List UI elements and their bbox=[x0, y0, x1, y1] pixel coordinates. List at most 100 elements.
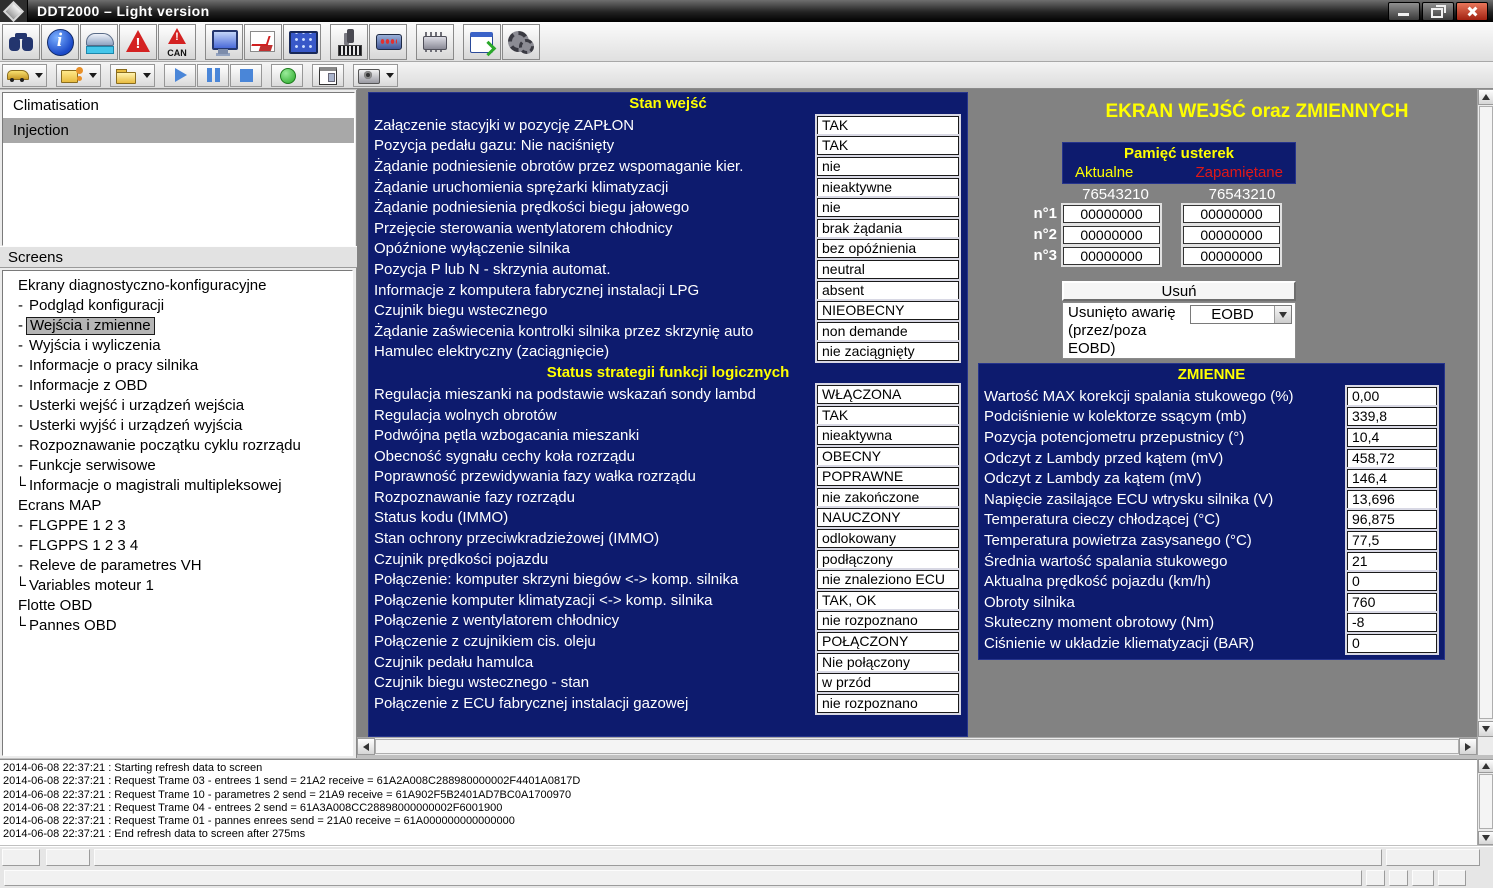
gears-icon bbox=[506, 28, 536, 56]
status-cell bbox=[1412, 870, 1434, 886]
gears-button[interactable] bbox=[502, 24, 540, 60]
vehicle-button[interactable] bbox=[80, 24, 118, 60]
tree-item[interactable]: Ecrans MAP bbox=[3, 496, 352, 516]
log-vertical-scrollbar[interactable] bbox=[1477, 759, 1493, 845]
row-label: Status kodu (IMMO) bbox=[374, 509, 817, 526]
tree-connector: └ bbox=[15, 576, 26, 596]
tree-item[interactable]: - Rozpoznawanie początku cyklu rozrządu bbox=[3, 436, 352, 456]
tree-item[interactable]: - Funkcje serwisowe bbox=[3, 456, 352, 476]
tree-item[interactable]: - Informacje o pracy silnika bbox=[3, 356, 352, 376]
data-row: Napięcie zasilające ECU wtrysku silnika … bbox=[979, 489, 1444, 510]
folder-button[interactable] bbox=[110, 64, 155, 87]
binoculars-button[interactable] bbox=[2, 24, 40, 60]
scroll-thumb[interactable] bbox=[1479, 774, 1493, 829]
main-vertical-scrollbar[interactable] bbox=[1477, 89, 1493, 755]
scroll-down-button[interactable] bbox=[1478, 831, 1493, 845]
data-row: Hamulec elektryczny (zaciągnięcie) nie z… bbox=[369, 342, 967, 363]
scroll-thumb[interactable] bbox=[375, 739, 1459, 754]
tree-item[interactable]: - Informacje z OBD bbox=[3, 376, 352, 396]
row-label: Czujnik pedału hamulca bbox=[374, 654, 817, 671]
data-row: Informacje z komputera fabrycznej instal… bbox=[369, 280, 967, 301]
can-warning-button[interactable]: CAN bbox=[158, 24, 196, 60]
row-value: neutral bbox=[817, 260, 959, 279]
tree-item[interactable]: └ Variables moteur 1 bbox=[3, 576, 352, 596]
combobox-value: EOBD bbox=[1191, 306, 1274, 323]
tree-item[interactable]: - FLGPPS 1 2 3 4 bbox=[3, 536, 352, 556]
record-button[interactable] bbox=[271, 64, 303, 87]
row-label: Hamulec elektryczny (zaciągnięcie) bbox=[374, 343, 817, 360]
graph-button[interactable] bbox=[244, 24, 282, 60]
scroll-up-button[interactable] bbox=[1478, 89, 1493, 105]
data-row: Żądanie podniesienie obrotów przez wspom… bbox=[369, 156, 967, 177]
tree-item-label: Informacje z OBD bbox=[26, 376, 150, 396]
monitor-button[interactable] bbox=[205, 24, 243, 60]
module-list-item[interactable]: Injection bbox=[3, 118, 354, 143]
row-value: bez opóźnienia bbox=[817, 239, 959, 258]
row-label: Aktualna prędkość pojazdu (km/h) bbox=[984, 573, 1347, 590]
tree-item[interactable]: └ Informacje o magistrali multipleksowej bbox=[3, 476, 352, 496]
data-row: Czujnik prędkości pojazdu podłączony bbox=[369, 549, 967, 570]
tree-connector: └ bbox=[15, 476, 26, 496]
combobox-arrow-button[interactable] bbox=[1274, 306, 1291, 323]
minimize-button[interactable] bbox=[1388, 2, 1420, 21]
dropdown-caret-icon bbox=[143, 73, 151, 78]
stop-button[interactable] bbox=[230, 64, 262, 87]
tree-item[interactable]: - Releve de parametres VH bbox=[3, 556, 352, 576]
restore-button[interactable] bbox=[1422, 2, 1454, 21]
pause-button[interactable] bbox=[197, 64, 229, 87]
tree-item[interactable]: - Wejścia i zmienne bbox=[3, 316, 352, 336]
camera-button[interactable] bbox=[353, 64, 398, 87]
tree-item-label: Flotte OBD bbox=[15, 596, 95, 616]
tree-item[interactable]: Flotte OBD bbox=[3, 596, 352, 616]
row-label: Informacje z komputera fabrycznej instal… bbox=[374, 282, 817, 299]
row-value: podłączony bbox=[817, 550, 959, 569]
screen-title: EKRAN WEJŚĆ oraz ZMIENNYCH bbox=[1057, 101, 1457, 123]
data-row: Żądanie zaświecenia kontrolki silnika pr… bbox=[369, 321, 967, 342]
scroll-up-button[interactable] bbox=[1478, 759, 1493, 773]
log-line: 2014-06-08 22:37:21 : Starting refresh d… bbox=[3, 762, 1477, 775]
tree-item[interactable]: - Podgląd konfiguracji bbox=[3, 296, 352, 316]
vehicle-icon bbox=[84, 28, 114, 56]
info-button[interactable] bbox=[41, 24, 79, 60]
vehicle-small-button[interactable] bbox=[2, 64, 47, 87]
row-value: nie znaleziono ECU bbox=[817, 570, 959, 589]
chip-button[interactable] bbox=[416, 24, 454, 60]
main-horizontal-scrollbar[interactable] bbox=[357, 737, 1477, 755]
row-value: TAK bbox=[817, 116, 959, 135]
clear-faults-button[interactable]: Usuń bbox=[1062, 281, 1296, 301]
tree-item[interactable]: Ekrany diagnostyczno-konfiguracyjne bbox=[3, 276, 352, 296]
application-window: DDT2000 – Light version bbox=[0, 0, 1493, 888]
main-content: Stan wejść Załączenie stacyjki w pozycję… bbox=[357, 89, 1477, 755]
tree-connector: - bbox=[15, 336, 26, 356]
scroll-right-button[interactable] bbox=[1459, 738, 1477, 755]
panel-title: ZMIENNE bbox=[979, 364, 1444, 386]
scroll-down-button[interactable] bbox=[1478, 721, 1493, 737]
play-button[interactable] bbox=[164, 64, 196, 87]
eobd-combobox[interactable]: EOBD bbox=[1190, 305, 1292, 324]
injector-button[interactable] bbox=[330, 24, 368, 60]
warning-icon bbox=[123, 28, 153, 56]
tree-item[interactable]: - FLGPPE 1 2 3 bbox=[3, 516, 352, 536]
close-button[interactable] bbox=[1456, 2, 1488, 21]
scroll-thumb[interactable] bbox=[1479, 106, 1493, 719]
module-list-item[interactable]: Climatisation bbox=[3, 93, 354, 118]
tree-item[interactable]: └ Pannes OBD bbox=[3, 616, 352, 636]
row-label: Przejęcie sterowania wentylatorem chłodn… bbox=[374, 220, 817, 237]
warning-button[interactable] bbox=[119, 24, 157, 60]
tree-item[interactable]: - Usterki wyjść i urządzeń wyjścia bbox=[3, 416, 352, 436]
row-value: POPRAWNE bbox=[817, 467, 959, 486]
tree-item[interactable]: - Wyjścia i wyliczenia bbox=[3, 336, 352, 356]
control-panel-button[interactable] bbox=[283, 24, 321, 60]
input-states-rows: Załączenie stacyjki w pozycję ZAPŁON TAK… bbox=[369, 115, 967, 362]
folder-user-button[interactable] bbox=[56, 64, 101, 87]
status-cell bbox=[1438, 870, 1466, 886]
window-layout-button[interactable] bbox=[312, 64, 344, 87]
input-states-panel: Stan wejść Załączenie stacyjki w pozycję… bbox=[368, 92, 968, 737]
scroll-left-button[interactable] bbox=[357, 738, 375, 755]
tree-item-label: Releve de parametres VH bbox=[26, 556, 205, 576]
row-value: 760 bbox=[1347, 593, 1437, 612]
window-expand-button[interactable] bbox=[463, 24, 501, 60]
tree-item[interactable]: - Usterki wejść i urządzeń wejścia bbox=[3, 396, 352, 416]
connector-button[interactable] bbox=[369, 24, 407, 60]
data-row: Załączenie stacyjki w pozycję ZAPŁON TAK bbox=[369, 115, 967, 136]
